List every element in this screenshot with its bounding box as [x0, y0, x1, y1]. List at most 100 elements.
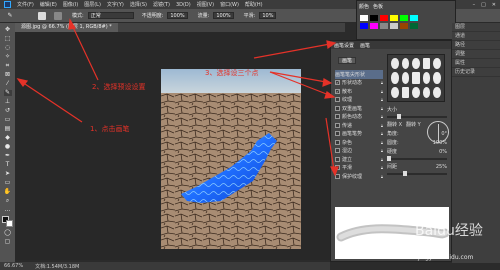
frame-tool-icon[interactable]: ⊠ — [4, 72, 12, 78]
brush-setting-item[interactable]: 纹理 🔒︎ — [335, 96, 383, 105]
blur-tool-icon[interactable]: ◆ — [4, 135, 12, 141]
brush-setting-checkbox[interactable] — [335, 114, 340, 120]
brush-setting-checkbox[interactable]: ✓ — [335, 88, 340, 94]
move-tool-icon[interactable]: ✥ — [4, 27, 12, 33]
brush-tip[interactable] — [401, 72, 410, 84]
brush-setting-item[interactable]: 画笔笔尖形状 — [335, 70, 383, 79]
brush-tool-icon[interactable]: ✎ — [6, 12, 14, 19]
lock-icon[interactable]: 🔒︎ — [381, 140, 383, 145]
menu-window[interactable]: 窗口(W) — [220, 1, 239, 8]
brush-setting-item[interactable]: 杂色 🔒︎ — [335, 138, 383, 147]
hardness-slider[interactable] — [387, 156, 447, 161]
menu-filter[interactable]: 滤镜(T) — [153, 1, 170, 8]
lock-icon[interactable]: 🔒︎ — [381, 174, 383, 179]
lock-icon[interactable]: 🔒︎ — [381, 157, 383, 162]
clone-stamp-tool-icon[interactable]: ⊥ — [4, 99, 12, 105]
lock-icon[interactable]: 🔒︎ — [381, 148, 383, 153]
dock-properties[interactable]: 属性 — [452, 59, 500, 68]
brush-setting-checkbox[interactable] — [335, 105, 340, 111]
brush-setting-item[interactable]: ✓ 平滑 🔒︎ — [335, 164, 383, 173]
brush-tip[interactable] — [422, 72, 431, 84]
brush-setting-checkbox[interactable]: ✓ — [335, 165, 340, 171]
menu-select[interactable]: 选择(S) — [130, 1, 147, 8]
dock-paths[interactable]: 路径 — [452, 41, 500, 50]
zoom-readout[interactable]: 66.67% — [4, 263, 23, 269]
gradient-tool-icon[interactable]: ▤ — [4, 126, 12, 132]
lock-icon[interactable]: 🔒︎ — [381, 106, 383, 111]
color-swatch[interactable] — [390, 23, 398, 29]
quick-mask-icon[interactable]: ◯ — [4, 230, 12, 236]
brush-preset-picker[interactable] — [38, 11, 46, 20]
screen-mode-icon[interactable]: ▢ — [4, 239, 12, 245]
color-swatches[interactable] — [2, 216, 13, 227]
brush-setting-checkbox[interactable] — [335, 148, 340, 154]
brush-tip[interactable] — [433, 86, 441, 98]
color-swatch[interactable] — [400, 23, 408, 29]
brush-tip[interactable] — [412, 86, 420, 98]
brush-tip-grid[interactable] — [387, 54, 445, 102]
mode-select[interactable]: 正常 — [87, 12, 134, 19]
brush-setting-checkbox[interactable] — [335, 122, 340, 128]
zoom-tool-icon[interactable]: ⌕ — [4, 198, 12, 204]
brush-tip[interactable] — [422, 86, 431, 98]
spacing-slider[interactable] — [387, 171, 447, 176]
dock-adjustments[interactable]: 调整 — [452, 50, 500, 59]
brush-setting-item[interactable]: 湿边 🔒︎ — [335, 147, 383, 156]
color-swatch[interactable] — [370, 23, 378, 29]
brush-setting-item[interactable]: 建立 🔒︎ — [335, 155, 383, 164]
menu-3d[interactable]: 3D(D) — [176, 2, 191, 8]
path-select-tool-icon[interactable]: ➤ — [4, 171, 12, 177]
history-brush-tool-icon[interactable]: ↺ — [4, 108, 12, 114]
smooth-field[interactable]: 10% — [259, 12, 277, 19]
lasso-tool-icon[interactable]: ◌ — [4, 45, 12, 51]
flip-y-checkbox[interactable]: 翻转 Y — [406, 121, 421, 128]
color-swatch[interactable] — [410, 23, 418, 29]
swatch-grid[interactable] — [357, 12, 455, 32]
lock-icon[interactable]: 🔒︎ — [381, 123, 383, 128]
brush-presets-button[interactable]: 画笔 — [338, 57, 356, 64]
hand-tool-icon[interactable]: ✋ — [4, 189, 12, 195]
brush-tip[interactable] — [401, 86, 410, 98]
brush-tip[interactable] — [433, 58, 441, 70]
spacing-value[interactable]: 25% — [436, 164, 447, 170]
eraser-tool-icon[interactable]: ▭ — [4, 117, 12, 123]
brush-setting-checkbox[interactable]: ✓ — [335, 80, 340, 86]
brush-tip[interactable] — [391, 58, 399, 70]
more-tools-icon[interactable]: … — [4, 207, 12, 213]
menu-view[interactable]: 视图(V) — [197, 1, 214, 8]
brush-tip[interactable] — [433, 72, 441, 84]
color-swatch[interactable] — [360, 23, 368, 29]
brush-tip[interactable] — [412, 58, 420, 70]
eyedropper-tool-icon[interactable]: ⁄ — [4, 81, 12, 87]
brush-tip[interactable] — [401, 58, 410, 70]
brush-tip[interactable] — [412, 72, 420, 84]
menu-help[interactable]: 帮助(H) — [245, 1, 263, 8]
flow-field[interactable]: 100% — [213, 12, 234, 19]
brush-setting-item[interactable]: 画笔笔势 🔒︎ — [335, 130, 383, 139]
brush-setting-item[interactable]: ✓ 形状动态 🔒︎ — [335, 79, 383, 88]
brush-setting-item[interactable]: 保护纹理 🔒︎ — [335, 172, 383, 181]
tab-brush-settings[interactable]: 画笔设置 — [334, 42, 354, 49]
lock-icon[interactable]: 🔒︎ — [381, 97, 383, 102]
document-tab[interactable]: 源图.jpg @ 66.7% (图层 1, RGB/8#) * — [15, 23, 118, 32]
marquee-tool-icon[interactable]: ⬚ — [4, 36, 12, 42]
crop-tool-icon[interactable]: ⌗ — [4, 63, 12, 69]
color-swatch[interactable] — [380, 23, 388, 29]
pen-tool-icon[interactable]: ✒ — [4, 153, 12, 159]
tab-color[interactable]: 颜色 — [359, 3, 369, 10]
lock-icon[interactable]: 🔒︎ — [381, 114, 383, 119]
brush-setting-checkbox[interactable] — [335, 97, 340, 103]
color-swatch[interactable] — [380, 15, 388, 21]
menu-image[interactable]: 图像(I) — [63, 1, 78, 8]
quick-select-tool-icon[interactable]: ✧ — [4, 54, 12, 60]
color-swatch[interactable] — [400, 15, 408, 21]
tab-brushes[interactable]: 画笔 — [360, 42, 370, 49]
minimize-button[interactable]: – — [473, 2, 476, 8]
background-color[interactable] — [6, 220, 13, 227]
type-tool-icon[interactable]: T — [4, 162, 12, 168]
menu-file[interactable]: 文件(F) — [17, 1, 34, 8]
brush-setting-item[interactable]: 双重画笔 🔒︎ — [335, 104, 383, 113]
brush-setting-checkbox[interactable] — [335, 131, 340, 137]
color-swatch[interactable] — [410, 15, 418, 21]
opacity-field[interactable]: 100% — [167, 12, 188, 19]
